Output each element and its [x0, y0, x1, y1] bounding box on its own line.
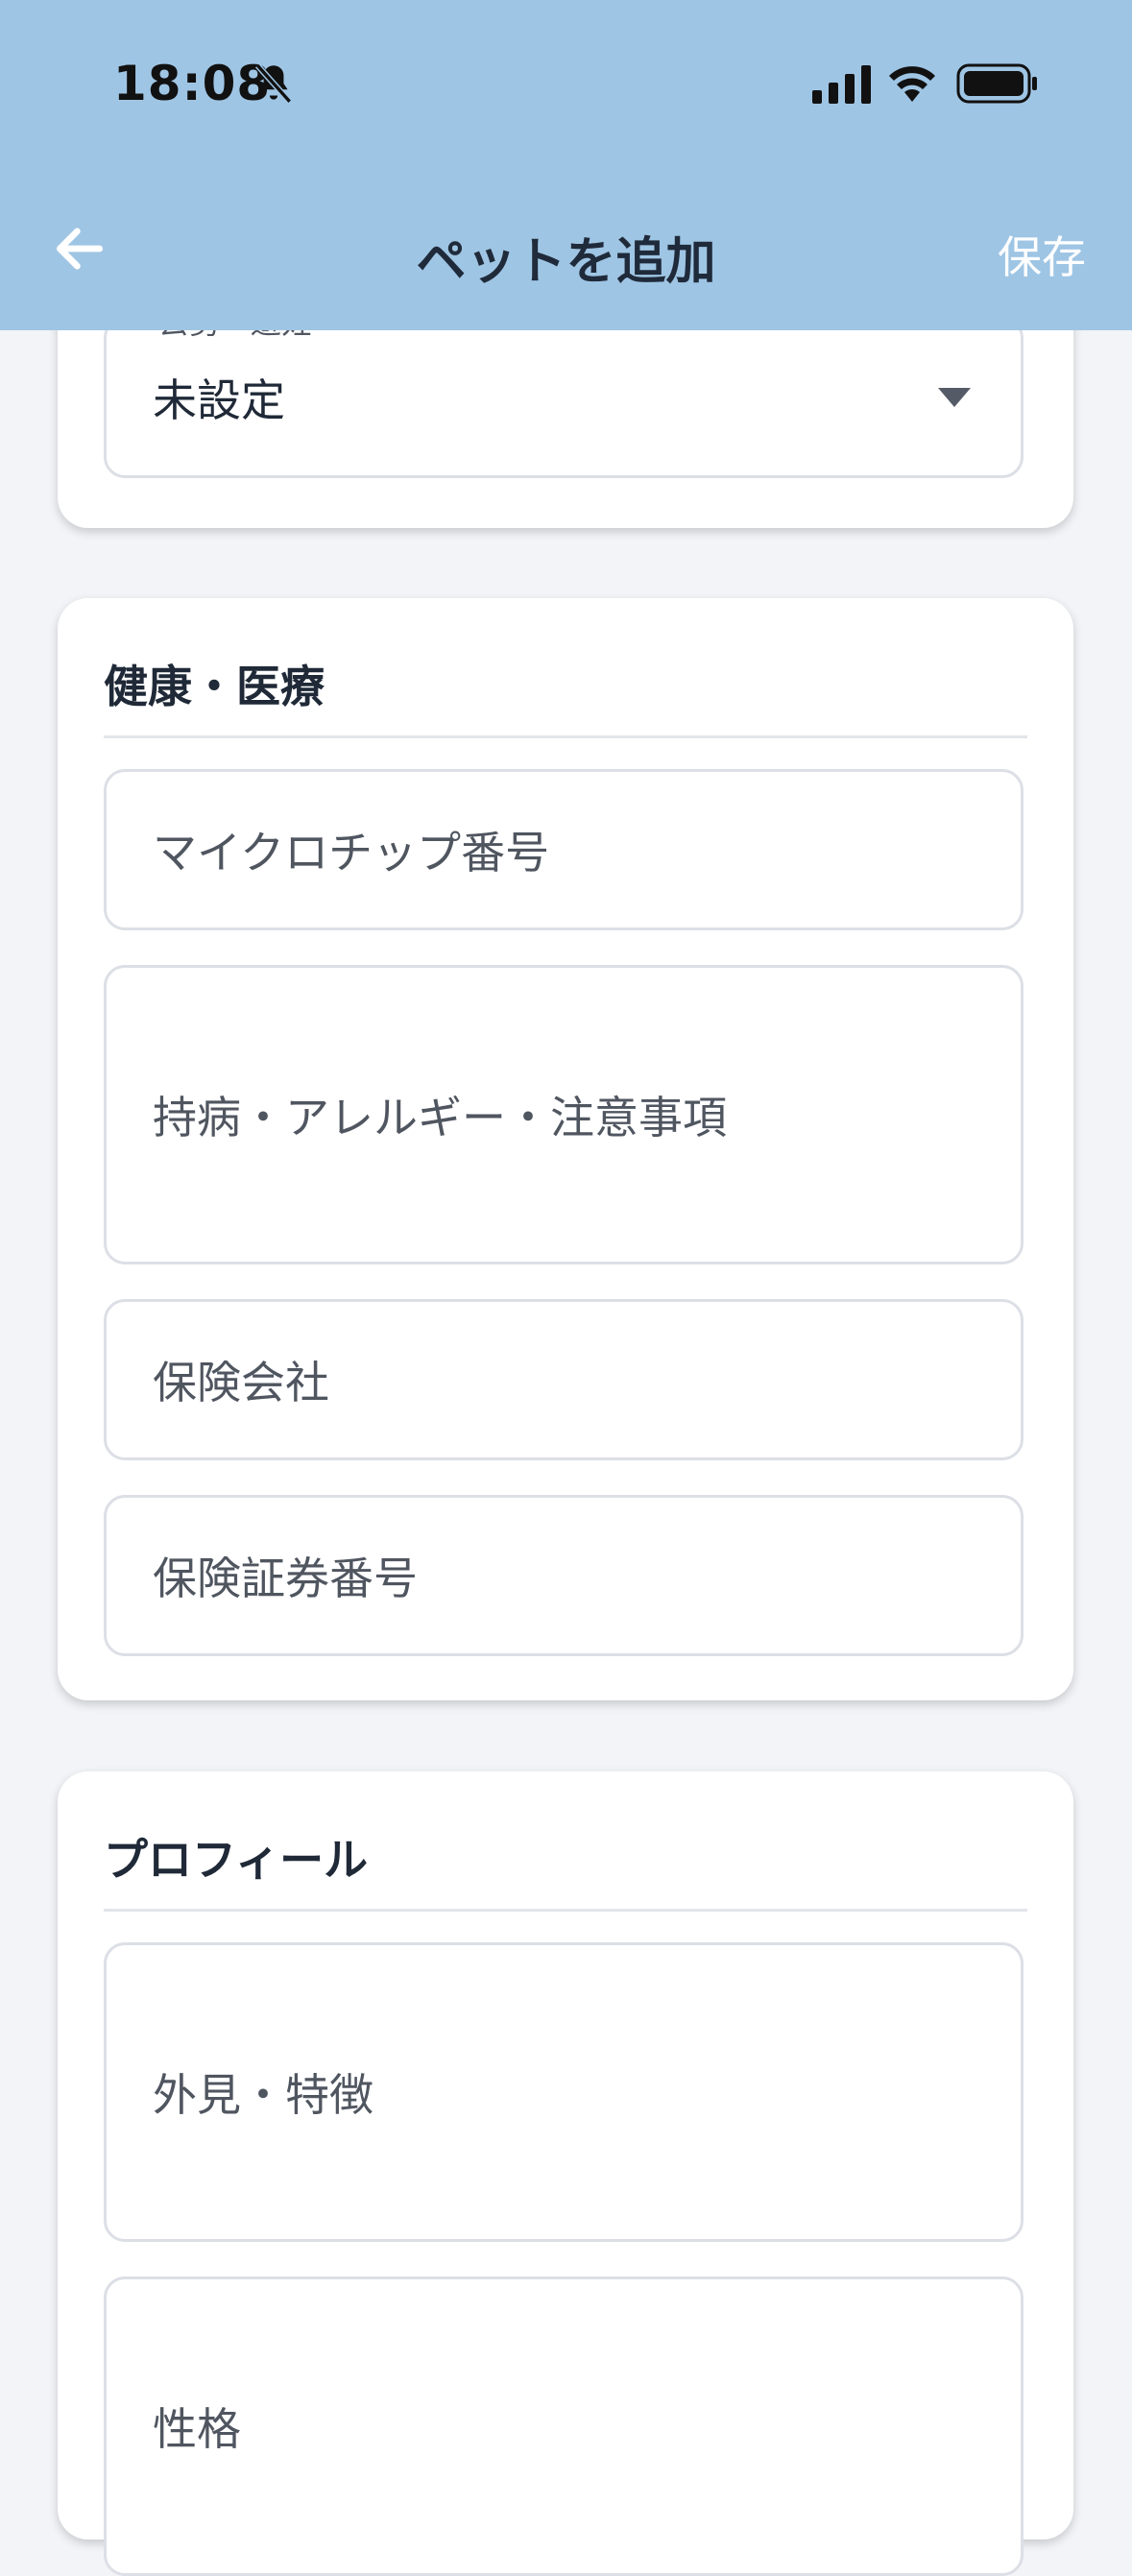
appearance-field[interactable]: 外見・特徴 [104, 1942, 1024, 2242]
appearance-placeholder: 外見・特徴 [153, 2069, 373, 2121]
insurance-company-field[interactable]: 保険会社 [104, 1299, 1024, 1460]
bell-off-icon [254, 63, 293, 104]
health-section-title: 健康・医療 [104, 661, 325, 712]
health-section-card: 健康・医療 マイクロチップ番号 持病・アレルギー・注意事項 保険会社 保険証券番… [58, 598, 1073, 1700]
microchip-placeholder: マイクロチップ番号 [153, 827, 550, 879]
insurance-number-field[interactable]: 保険証券番号 [104, 1495, 1024, 1656]
status-time: 18:08 [113, 56, 272, 111]
section-divider [104, 735, 1027, 738]
personality-field[interactable]: 性格 [104, 2276, 1024, 2576]
profile-section-card: プロフィール 外見・特徴 性格 [58, 1771, 1073, 2576]
page-title: ペットを追加 [416, 233, 716, 291]
neuter-select-value: 未設定 [153, 374, 285, 426]
app-bar: 18:08 ペットを追加 保存 [0, 0, 1132, 330]
neuter-select[interactable]: 去勢・避妊 未設定 [104, 299, 1024, 478]
conditions-field[interactable]: 持病・アレルギー・注意事項 [104, 965, 1024, 1264]
section-divider [104, 1909, 1027, 1912]
profile-section-title: プロフィール [104, 1834, 369, 1886]
conditions-placeholder: 持病・アレルギー・注意事項 [153, 1092, 727, 1144]
microchip-field[interactable]: マイクロチップ番号 [104, 769, 1024, 930]
personality-placeholder: 性格 [153, 2403, 241, 2455]
wifi-icon [889, 66, 935, 102]
dropdown-caret-icon [938, 388, 971, 407]
insurance-company-placeholder: 保険会社 [153, 1357, 329, 1408]
insurance-number-placeholder: 保険証券番号 [153, 1553, 418, 1604]
battery-icon [956, 63, 1037, 104]
save-button[interactable]: 保存 [998, 223, 1086, 286]
cellular-signal-icon [812, 65, 871, 104]
